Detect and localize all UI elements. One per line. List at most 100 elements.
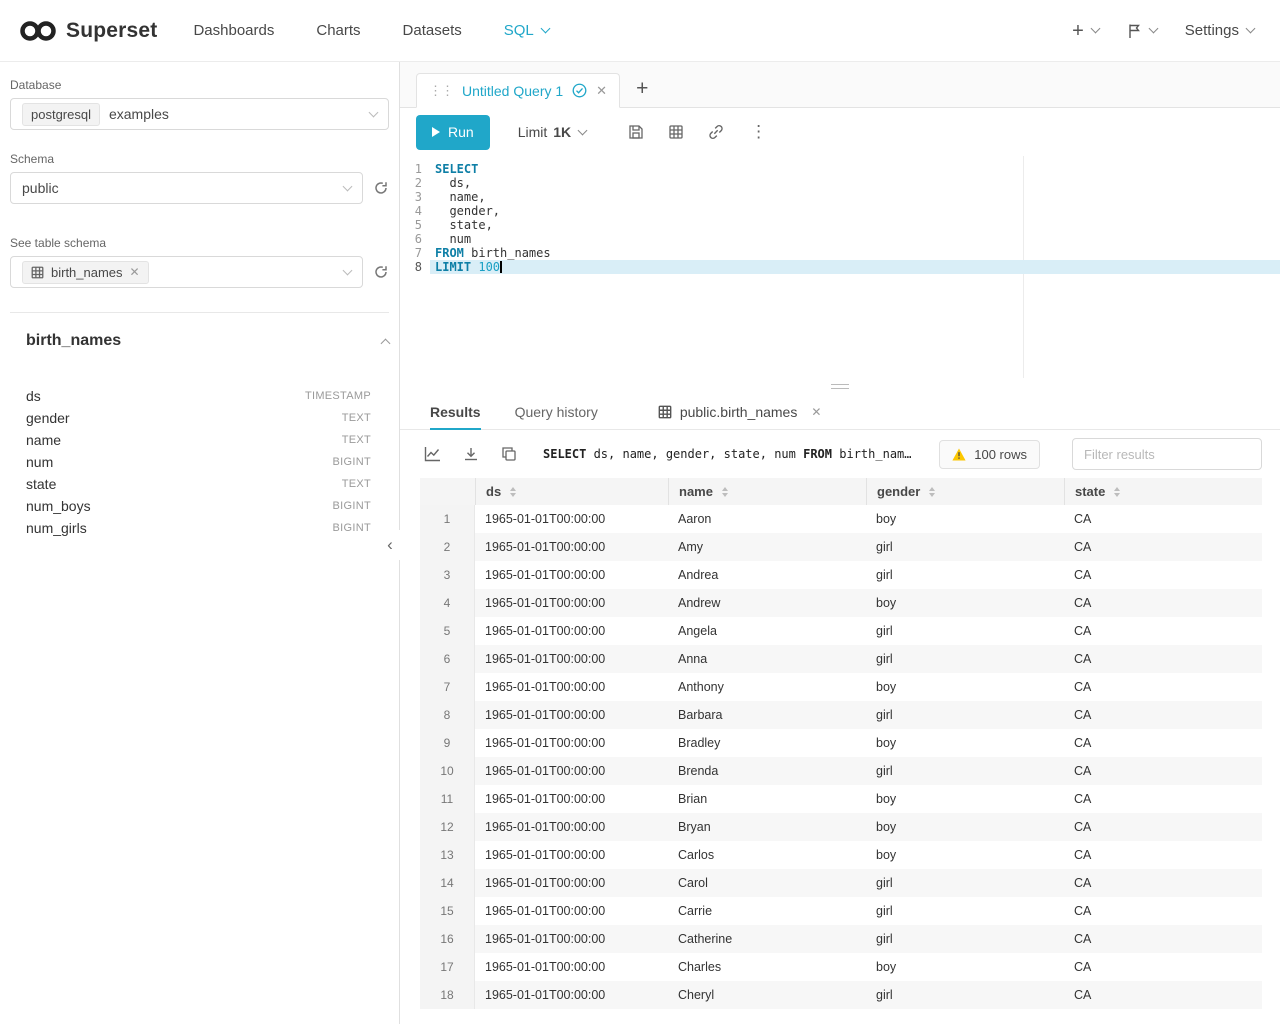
nav-item-sql[interactable]: SQL [504, 22, 549, 39]
table-row[interactable]: 131965-01-01T00:00:00CarlosboyCA [420, 841, 1262, 869]
table-row[interactable]: 181965-01-01T00:00:00CherylgirlCA [420, 981, 1262, 1009]
table-row[interactable]: 61965-01-01T00:00:00AnnagirlCA [420, 645, 1262, 673]
cell-ds: 1965-01-01T00:00:00 [475, 624, 668, 638]
table-icon [31, 266, 44, 279]
cell-name: Angela [668, 624, 866, 638]
code-line[interactable]: num [430, 232, 1280, 246]
sort-icon[interactable] [510, 487, 516, 497]
code-line[interactable]: FROM birth_names [430, 246, 1280, 260]
database-select[interactable]: postgresql examples [10, 98, 389, 130]
table-row[interactable]: 31965-01-01T00:00:00AndreagirlCA [420, 561, 1262, 589]
limit-dropdown[interactable]: Limit 1K [518, 124, 586, 140]
schema-select[interactable]: public [10, 172, 363, 204]
sort-icon[interactable] [1114, 487, 1120, 497]
table-row[interactable]: 51965-01-01T00:00:00AngelagirlCA [420, 617, 1262, 645]
new-query-tab-button[interactable]: + [636, 78, 648, 99]
table-select[interactable]: birth_names ✕ [10, 256, 363, 288]
schema-value: public [22, 180, 59, 196]
code-token: ds, [435, 176, 471, 190]
cell-ds: 1965-01-01T00:00:00 [475, 960, 668, 974]
sort-icon[interactable] [929, 487, 935, 497]
column-header-label: name [679, 484, 713, 499]
table-row[interactable]: 91965-01-01T00:00:00BradleyboyCA [420, 729, 1262, 757]
save-query-button[interactable] [628, 124, 644, 140]
row-count-badge[interactable]: 100 rows [939, 440, 1040, 469]
nav-item-datasets[interactable]: Datasets [403, 22, 462, 39]
drag-handle-icon[interactable]: ⋮⋮ [429, 83, 453, 99]
cell-gender: boy [866, 680, 1064, 694]
refresh-tables-button[interactable] [373, 264, 389, 280]
tab-results[interactable]: Results [430, 394, 481, 429]
table-row[interactable]: 121965-01-01T00:00:00BryanboyCA [420, 813, 1262, 841]
cell-gender: girl [866, 708, 1064, 722]
limit-label: Limit [518, 124, 548, 140]
code-line[interactable]: LIMIT 100 [430, 260, 1280, 274]
run-query-button[interactable]: Run [416, 115, 490, 150]
explore-chart-button[interactable] [424, 446, 441, 462]
table-row[interactable]: 11965-01-01T00:00:00AaronboyCA [420, 505, 1262, 533]
column-header-state[interactable]: state [1064, 478, 1262, 505]
table-row[interactable]: 71965-01-01T00:00:00AnthonyboyCA [420, 673, 1262, 701]
table-row[interactable]: 161965-01-01T00:00:00CatherinegirlCA [420, 925, 1262, 953]
code-line[interactable]: ds, [430, 176, 1280, 190]
table-preview-label: public.birth_names [680, 404, 798, 420]
sort-asc-icon [510, 487, 516, 491]
table-schema-header[interactable]: birth_names [10, 327, 389, 355]
copy-results-button[interactable] [501, 446, 517, 462]
cell-gender: boy [866, 512, 1064, 526]
refresh-schemas-button[interactable] [373, 180, 389, 196]
sql-lab-main: ⋮⋮ Untitled Query 1 ✕ + Run Limit 1K [400, 62, 1280, 1024]
cell-gender: boy [866, 848, 1064, 862]
cell-ds: 1965-01-01T00:00:00 [475, 512, 668, 526]
new-item-dropdown[interactable]: + [1072, 21, 1099, 41]
code-line[interactable]: SELECT [430, 162, 1280, 176]
panel-resize-handle[interactable] [400, 378, 1280, 394]
nav-item-dashboards[interactable]: Dashboards [193, 22, 274, 39]
table-row[interactable]: 111965-01-01T00:00:00BrianboyCA [420, 785, 1262, 813]
table-tag: birth_names ✕ [22, 261, 149, 284]
tab-query-history[interactable]: Query history [515, 394, 598, 429]
table-row[interactable]: 81965-01-01T00:00:00BarbaragirlCA [420, 701, 1262, 729]
table-row[interactable]: 41965-01-01T00:00:00AndrewboyCA [420, 589, 1262, 617]
table-row[interactable]: 21965-01-01T00:00:00AmygirlCA [420, 533, 1262, 561]
column-header-gender[interactable]: gender [866, 478, 1064, 505]
close-tab-icon[interactable]: ✕ [811, 405, 821, 419]
row-count-label: 100 rows [974, 447, 1027, 462]
code-line[interactable]: state, [430, 218, 1280, 232]
table-column-row: stateTEXT [26, 473, 371, 495]
table-row[interactable]: 171965-01-01T00:00:00CharlesboyCA [420, 953, 1262, 981]
cell-gender: girl [866, 540, 1064, 554]
filter-results-input[interactable] [1072, 438, 1262, 470]
code-line[interactable]: name, [430, 190, 1280, 204]
cell-gender: girl [866, 624, 1064, 638]
cell-gender: girl [866, 904, 1064, 918]
more-actions-menu[interactable]: ⋮ [750, 122, 767, 142]
nav-item-charts[interactable]: Charts [316, 22, 360, 39]
tab-table-preview[interactable]: public.birth_names ✕ [658, 394, 822, 429]
cell-name: Andrea [668, 568, 866, 582]
table-row[interactable]: 151965-01-01T00:00:00CarriegirlCA [420, 897, 1262, 925]
code-line[interactable]: gender, [430, 204, 1280, 218]
sql-editor[interactable]: 12345678 SELECT ds, name, gender, state,… [400, 156, 1280, 378]
row-index: 9 [420, 729, 475, 757]
editor-code[interactable]: SELECT ds, name, gender, state, numFROM … [430, 162, 1280, 378]
cell-gender: girl [866, 988, 1064, 1002]
table-row[interactable]: 101965-01-01T00:00:00BrendagirlCA [420, 757, 1262, 785]
query-tab[interactable]: ⋮⋮ Untitled Query 1 ✕ [416, 73, 620, 108]
download-csv-button[interactable] [463, 446, 479, 462]
close-tab-icon[interactable]: ✕ [596, 83, 607, 99]
cell-name: Carol [668, 876, 866, 890]
superset-logo[interactable]: Superset [18, 19, 157, 43]
column-header-ds[interactable]: ds [475, 478, 668, 505]
collapse-sidebar-button[interactable]: ‹ [380, 530, 400, 560]
settings-menu[interactable]: Settings [1185, 22, 1254, 39]
copy-icon [501, 446, 517, 462]
sort-icon[interactable] [722, 487, 728, 497]
table-schema-title: birth_names [26, 332, 121, 350]
table-row[interactable]: 141965-01-01T00:00:00CarolgirlCA [420, 869, 1262, 897]
alerts-dropdown[interactable] [1127, 23, 1157, 39]
remove-table-icon[interactable]: ✕ [130, 265, 140, 279]
column-header-name[interactable]: name [668, 478, 866, 505]
copy-link-button[interactable] [708, 124, 724, 140]
render-table-button[interactable] [668, 124, 684, 140]
